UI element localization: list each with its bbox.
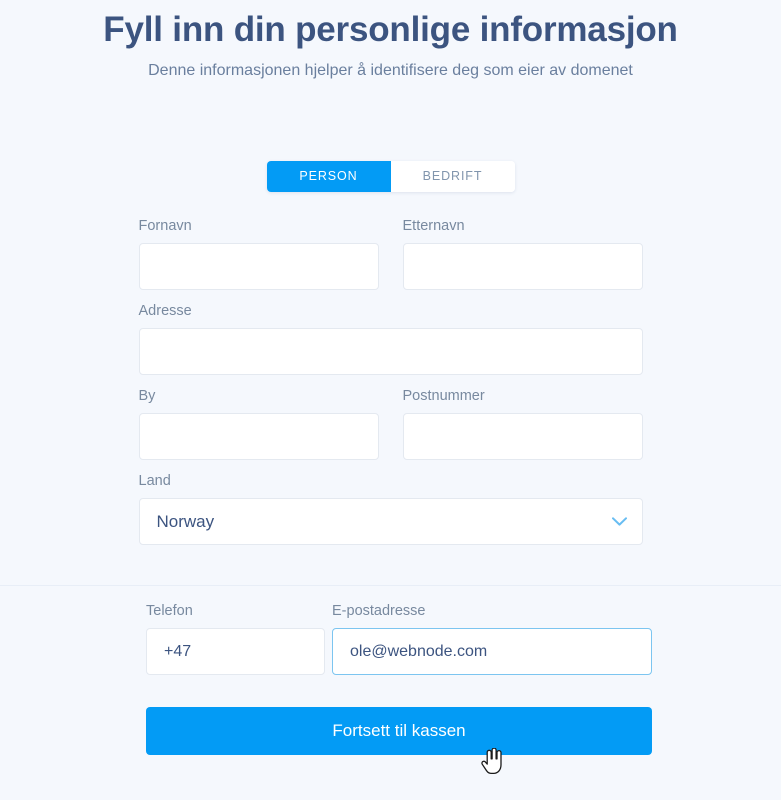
submit-wrap: Fortsett til kassen: [146, 707, 652, 755]
contact-section: Telefon E-postadresse Fortsett til kasse…: [0, 586, 781, 755]
email-input[interactable]: [332, 628, 652, 675]
field-city: By: [138, 386, 379, 460]
address-input[interactable]: [138, 328, 643, 375]
tab-person[interactable]: PERSON: [266, 161, 391, 192]
field-phone: Telefon: [146, 601, 325, 675]
field-address: Adresse: [138, 301, 643, 375]
city-postal-row: By Postnummer: [138, 386, 643, 471]
first-name-input[interactable]: [138, 243, 379, 290]
first-name-label: Fornavn: [138, 218, 192, 234]
tab-company[interactable]: BEDRIFT: [390, 161, 515, 192]
page-subtitle: Denne informasjonen hjelper å identifise…: [148, 62, 633, 79]
personal-info-page: Fyll inn din personlige informasjon Denn…: [0, 0, 781, 800]
last-name-input[interactable]: [402, 243, 643, 290]
field-postal-code: Postnummer: [402, 386, 643, 460]
field-email: E-postadresse: [332, 601, 652, 675]
address-row: Adresse: [138, 301, 643, 386]
email-label: E-postadresse: [332, 603, 426, 619]
name-row: Fornavn Etternavn: [138, 216, 643, 301]
country-label: Land: [138, 473, 171, 489]
page-header: Fyll inn din personlige informasjon Denn…: [0, 0, 781, 82]
city-input[interactable]: [138, 413, 379, 460]
contact-row: Telefon E-postadresse: [146, 601, 652, 686]
country-select-wrap: Norway: [138, 498, 643, 545]
address-label: Adresse: [138, 303, 192, 319]
postal-code-label: Postnummer: [402, 388, 485, 404]
country-select[interactable]: Norway: [138, 498, 643, 545]
phone-input[interactable]: [146, 628, 325, 675]
personal-info-form: Fornavn Etternavn Adresse By Postnummer: [138, 192, 643, 556]
continue-to-checkout-button[interactable]: Fortsett til kassen: [146, 707, 652, 755]
field-last-name: Etternavn: [402, 216, 643, 290]
country-row: Land Norway: [138, 471, 643, 556]
city-label: By: [138, 388, 156, 404]
page-title: Fyll inn din personlige informasjon: [103, 10, 678, 49]
last-name-label: Etternavn: [402, 218, 465, 234]
toggle-group: PERSON BEDRIFT: [266, 161, 515, 192]
field-first-name: Fornavn: [138, 216, 379, 290]
account-type-toggle: PERSON BEDRIFT: [0, 161, 781, 192]
postal-code-input[interactable]: [402, 413, 643, 460]
field-country: Land Norway: [138, 471, 643, 545]
phone-label: Telefon: [146, 603, 193, 619]
